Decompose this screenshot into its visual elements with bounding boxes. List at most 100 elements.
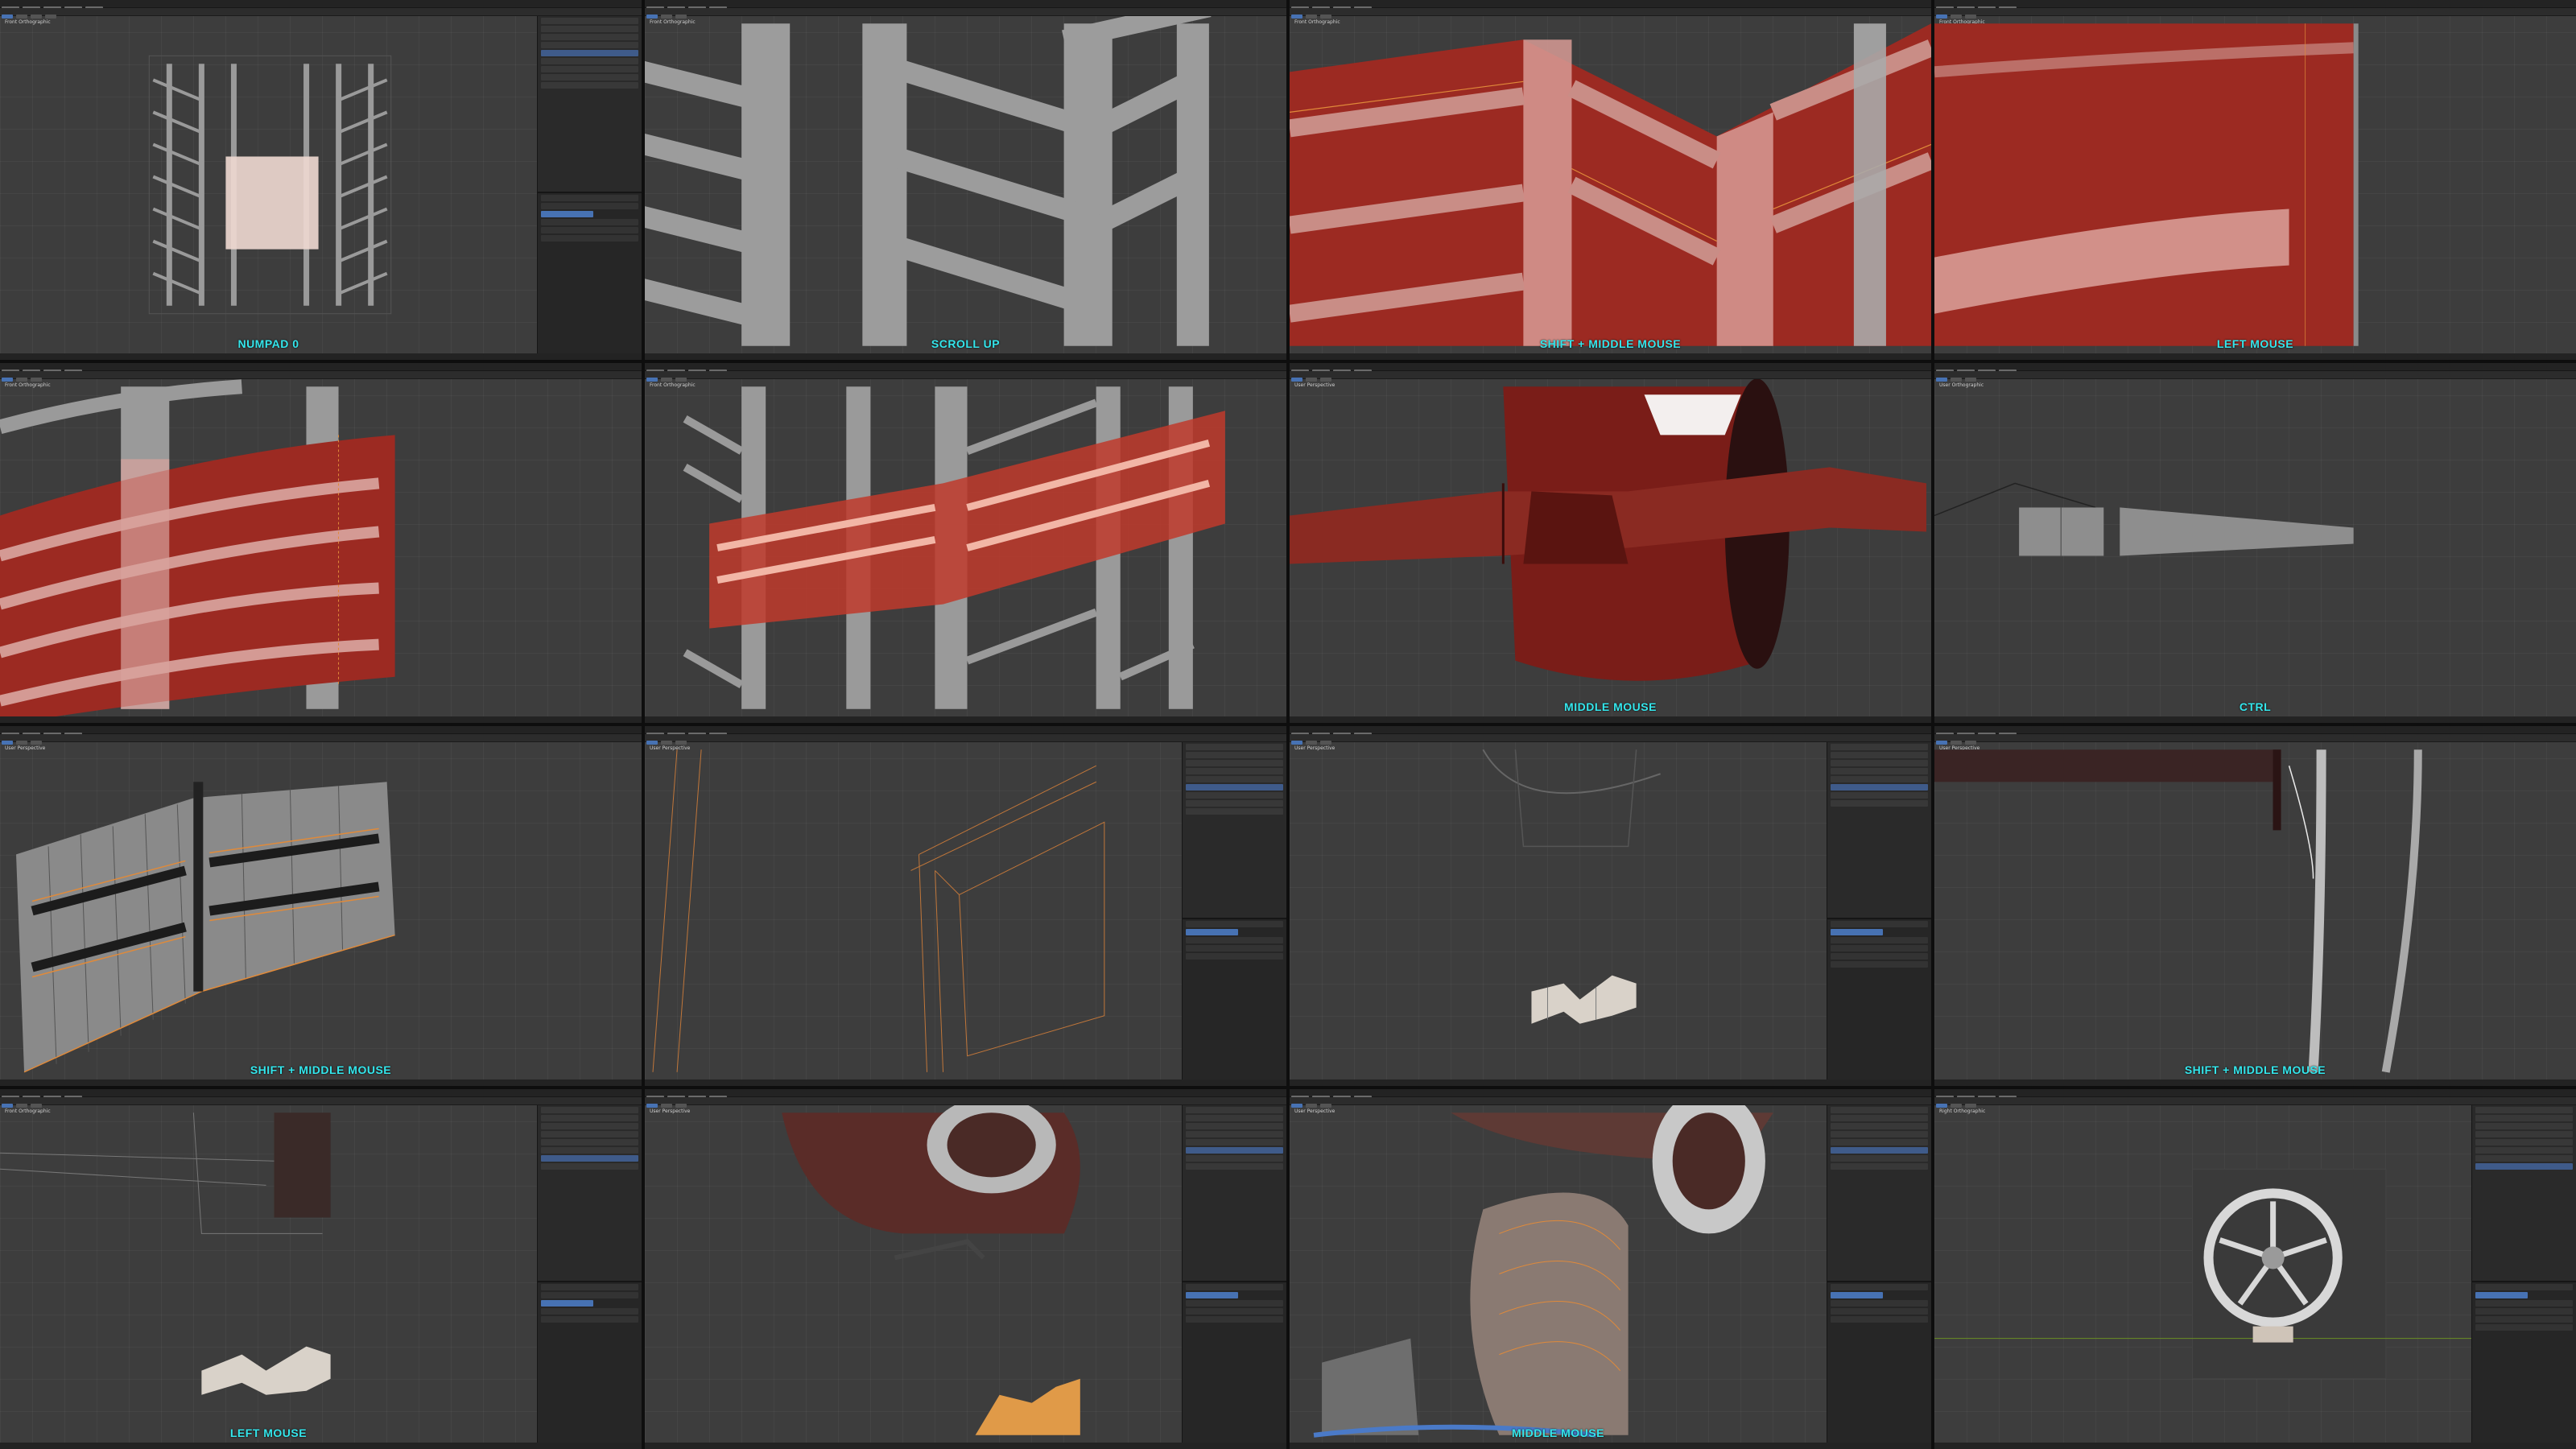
properties-panel[interactable]	[1183, 917, 1286, 1080]
viewport-header[interactable]	[0, 371, 642, 382]
viewport-canvas[interactable]	[0, 1105, 537, 1443]
menu-bar[interactable]	[645, 363, 1286, 373]
left-mouse-selection	[1934, 23, 2359, 346]
menu-bar[interactable]	[645, 0, 1286, 10]
viewport-header[interactable]	[1290, 8, 1931, 19]
viewport-canvas[interactable]	[1934, 16, 2576, 353]
viewport-canvas[interactable]	[1290, 742, 1827, 1080]
viewport-header[interactable]	[1934, 734, 2576, 745]
viewport-header[interactable]	[0, 8, 642, 19]
viewport-panel-12[interactable]: User Perspective SHIFT + MIDDLE MOUSE	[1934, 726, 2576, 1086]
tutorial-frame-grid: Front Orthographic NUMPAD 0 Front Orthog…	[0, 0, 2576, 1449]
status-bar	[645, 1443, 1286, 1449]
menu-bar[interactable]	[1934, 726, 2576, 736]
menu-bar[interactable]	[0, 363, 642, 373]
tread-patch-small	[1482, 749, 1662, 1024]
wheel-and-tread-perspective	[782, 1105, 1080, 1435]
menu-bar[interactable]	[645, 726, 1286, 736]
viewport-canvas[interactable]	[645, 379, 1286, 716]
properties-panel[interactable]	[2472, 1280, 2576, 1443]
viewport-canvas[interactable]	[1290, 16, 1931, 353]
outliner-panel[interactable]	[537, 16, 642, 353]
viewport-panel-6[interactable]: Front Orthographic	[645, 363, 1286, 723]
menu-bar[interactable]	[0, 0, 642, 10]
outliner-panel[interactable]	[1827, 742, 1931, 1080]
viewport-header[interactable]	[1934, 371, 2576, 382]
viewport-header[interactable]	[0, 734, 642, 745]
menu-bar[interactable]	[1290, 363, 1931, 373]
viewport-canvas[interactable]	[645, 742, 1182, 1080]
viewport-canvas[interactable]	[0, 379, 642, 716]
viewport-canvas[interactable]	[645, 1105, 1182, 1443]
viewport-canvas[interactable]	[0, 16, 537, 353]
status-bar	[1290, 716, 1931, 723]
viewport-canvas[interactable]	[0, 742, 642, 1080]
viewport-panel-7[interactable]: User Perspective MIDDLE MOUSE	[1290, 363, 1931, 723]
viewport-panel-10[interactable]: User Perspective	[645, 726, 1286, 1086]
properties-panel[interactable]	[1827, 917, 1931, 1080]
properties-panel[interactable]	[1827, 1280, 1931, 1443]
menu-bar[interactable]	[1290, 726, 1931, 736]
viewport-panel-1[interactable]: Front Orthographic NUMPAD 0	[0, 0, 642, 360]
viewport-panel-5[interactable]: Front Orthographic	[0, 363, 642, 723]
tread-mesh-perspective	[16, 782, 395, 1073]
viewport-panel-9[interactable]: User Perspective SHIFT + MIDDLE MOUSE	[0, 726, 642, 1086]
viewport-panel-3[interactable]: Front Orthographic SHIFT + MIDDLE MOUSE	[1290, 0, 1931, 360]
wheel-rim-side-view	[1934, 1168, 2471, 1380]
tread-patch-ortho	[0, 1113, 331, 1395]
viewport-canvas[interactable]	[1934, 742, 2576, 1080]
red-tire-perspective	[1290, 379, 1926, 681]
shortcut-caption: SHIFT + MIDDLE MOUSE	[1539, 337, 1682, 350]
status-bar	[1934, 1443, 2576, 1449]
tread-band-selection	[683, 386, 1225, 709]
viewport-header[interactable]	[1934, 1097, 2576, 1108]
viewport-canvas[interactable]	[1290, 379, 1931, 716]
menu-bar[interactable]	[1290, 1089, 1931, 1099]
viewport-panel-11[interactable]: User Perspective	[1290, 726, 1931, 1086]
menu-bar[interactable]	[0, 1089, 642, 1099]
viewport-panel-15[interactable]: User Perspective MIDDLE MOUSE	[1290, 1089, 1931, 1449]
status-bar	[1934, 716, 2576, 723]
menu-bar[interactable]	[1934, 363, 2576, 373]
tire-arc-profile	[1934, 749, 2422, 1073]
viewport-header[interactable]	[1290, 1097, 1931, 1108]
viewport-canvas[interactable]	[1934, 379, 2576, 716]
properties-panel[interactable]	[538, 191, 642, 353]
menu-bar[interactable]	[1934, 0, 2576, 10]
menu-bar[interactable]	[0, 726, 642, 736]
viewport-header[interactable]	[0, 1097, 642, 1108]
menu-bar[interactable]	[645, 1089, 1286, 1099]
viewport-header[interactable]	[645, 371, 1286, 382]
viewport-panel-13[interactable]: Front Orthographic LEFT MOUSE	[0, 1089, 642, 1449]
viewport-header[interactable]	[1290, 734, 1931, 745]
status-bar	[1934, 353, 2576, 360]
viewport-panel-16[interactable]: Right Orthographic	[1934, 1089, 2576, 1449]
shortcut-caption: CTRL	[2239, 700, 2272, 713]
menu-bar[interactable]	[1290, 0, 1931, 10]
viewport-header[interactable]	[1290, 371, 1931, 382]
menu-bar[interactable]	[1934, 1089, 2576, 1099]
outliner-panel[interactable]	[537, 1105, 642, 1443]
viewport-panel-4[interactable]: Front Orthographic LEFT MOUSE	[1934, 0, 2576, 360]
viewport-header[interactable]	[645, 8, 1286, 19]
properties-panel[interactable]	[538, 1280, 642, 1443]
shortcut-caption: LEFT MOUSE	[229, 1426, 308, 1439]
properties-panel[interactable]	[1183, 1280, 1286, 1443]
shortcut-caption: MIDDLE MOUSE	[1512, 1426, 1604, 1439]
viewport-header[interactable]	[1934, 8, 2576, 19]
viewport-canvas[interactable]	[1290, 1105, 1827, 1443]
wrapped-tread-perspective	[1313, 1105, 1773, 1438]
viewport-panel-8[interactable]: User Orthographic CTRL	[1934, 363, 2576, 723]
viewport-panel-14[interactable]: User Perspective	[645, 1089, 1286, 1449]
viewport-canvas[interactable]	[1934, 1105, 2471, 1443]
outliner-panel[interactable]	[1827, 1105, 1931, 1443]
viewport-canvas[interactable]	[645, 16, 1286, 353]
outliner-panel[interactable]	[1182, 742, 1286, 1080]
curved-tread-selection	[0, 379, 395, 716]
viewport-panel-2[interactable]: Front Orthographic SCROLL UP	[645, 0, 1286, 360]
viewport-header[interactable]	[645, 734, 1286, 745]
shortcut-caption: SHIFT + MIDDLE MOUSE	[2184, 1063, 2326, 1076]
viewport-header[interactable]	[645, 1097, 1286, 1108]
outliner-panel[interactable]	[2471, 1105, 2576, 1443]
outliner-panel[interactable]	[1182, 1105, 1286, 1443]
